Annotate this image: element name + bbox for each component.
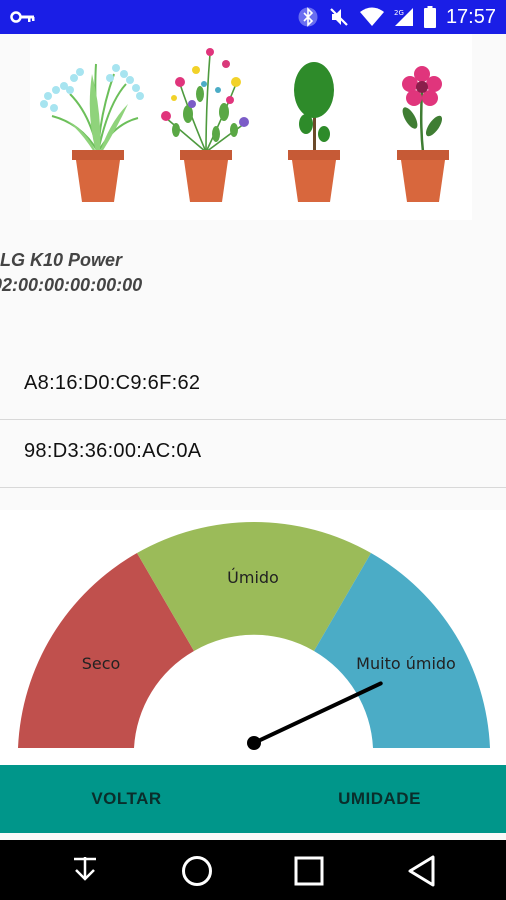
- mute-icon: [330, 8, 348, 26]
- battery-icon: [423, 6, 436, 28]
- list-item[interactable]: A8:16:D0:C9:6F:62: [0, 352, 506, 420]
- wifi-icon: [359, 7, 384, 26]
- back-button[interactable]: VOLTAR: [0, 765, 253, 833]
- gauge-label-very-humid: Muito úmido: [356, 654, 456, 673]
- plants-banner: [30, 34, 472, 220]
- clock: 17:57: [445, 5, 496, 28]
- device-name: LG K10 Power: [0, 250, 123, 270]
- flower-plant-icon: [397, 66, 449, 202]
- download-icon[interactable]: [70, 855, 100, 887]
- humidity-button[interactable]: UMIDADE: [253, 765, 506, 833]
- navigation-bar: [0, 840, 506, 900]
- home-icon[interactable]: [180, 854, 214, 888]
- device-address: 02:00:00:00:00:00: [0, 275, 143, 295]
- svg-text:2G: 2G: [394, 9, 404, 17]
- signal-icon: 2G: [394, 8, 413, 26]
- gauge-needle: [252, 681, 383, 745]
- list-item[interactable]: 98:D3:36:00:AC:0A: [0, 420, 506, 488]
- humidity-gauge: Seco Úmido Muito úmido: [0, 510, 506, 765]
- device-mac-address: A8:16:D0:C9:6F:62: [24, 372, 201, 394]
- key-icon: [10, 11, 35, 23]
- tree-plant-icon: [288, 62, 340, 202]
- gauge-label-humid: Úmido: [227, 568, 279, 587]
- gauge-needle-pivot: [247, 736, 261, 750]
- back-icon[interactable]: [406, 854, 438, 888]
- bluetooth-icon: [298, 7, 318, 27]
- status-bar: 2G 17:57: [0, 0, 506, 34]
- recents-icon[interactable]: [293, 855, 325, 887]
- flower-plant-icon: [40, 63, 144, 202]
- device-mac-address: 98:D3:36:00:AC:0A: [24, 440, 202, 462]
- gauge-label-dry: Seco: [82, 654, 121, 673]
- flower-plant-icon: [161, 48, 249, 202]
- action-bar: VOLTAR UMIDADE: [0, 765, 506, 833]
